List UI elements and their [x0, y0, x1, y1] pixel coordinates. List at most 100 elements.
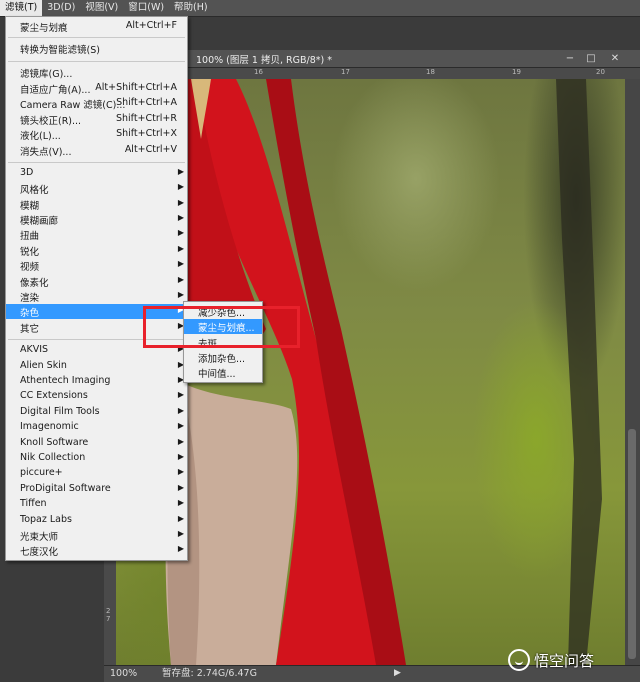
- ruler-tick: 16: [254, 68, 263, 76]
- menu-item-shortcut: Alt+Ctrl+V: [124, 144, 177, 155]
- submenu-arrow-icon: ▶: [177, 544, 184, 553]
- menu-3d[interactable]: 3D(D): [42, 0, 80, 16]
- scratch-disk-info: 暂存盘: 2.74G/6.47G: [162, 668, 257, 679]
- menu-item-blur[interactable]: 模糊 ▶: [6, 197, 187, 212]
- menu-item-video[interactable]: 视频 ▶: [6, 258, 187, 273]
- menu-item-convert-smart-filter[interactable]: 转换为智能滤镜(S): [6, 41, 187, 56]
- menu-item-blur-gallery[interactable]: 模糊画廊 ▶: [6, 212, 187, 227]
- menu-separator: [8, 162, 185, 163]
- menu-item-label: ProDigital Software: [20, 483, 111, 494]
- submenu-item-median[interactable]: 中间值...: [184, 365, 262, 380]
- menu-view[interactable]: 视图(V): [80, 0, 123, 16]
- menu-item-plugin[interactable]: Knoll Software ▶: [6, 436, 187, 451]
- watermark: 悟空问答: [508, 647, 594, 673]
- submenu-arrow-icon: ▶: [177, 421, 184, 430]
- minimize-button[interactable]: −: [564, 53, 576, 64]
- ruler-tick: 7: [106, 615, 111, 623]
- menu-item-label: 光束大师: [20, 532, 59, 543]
- menu-item-liquify[interactable]: 液化(L)... Shift+Ctrl+X: [6, 127, 187, 142]
- submenu-arrow-icon: ▶: [177, 514, 184, 523]
- scrollbar-thumb[interactable]: [628, 429, 636, 659]
- filter-dropdown-menu: 蒙尘与划痕 Alt+Ctrl+F 转换为智能滤镜(S) 滤镜库(G)... 自适…: [5, 16, 188, 561]
- menu-item-label: 其它: [20, 324, 40, 335]
- menu-item-shortcut: Shift+Ctrl+A: [116, 97, 177, 108]
- menu-item-camera-raw[interactable]: Camera Raw 滤镜(C)... Shift+Ctrl+A: [6, 96, 187, 111]
- menu-item-label: Topaz Labs: [20, 514, 72, 525]
- menu-item-label: Camera Raw 滤镜(C)...: [20, 100, 126, 111]
- submenu-arrow-icon: ▶: [177, 467, 184, 476]
- menu-item-filter-gallery[interactable]: 滤镜库(G)...: [6, 65, 187, 80]
- menu-item-label: 滤镜库(G)...: [20, 69, 73, 80]
- menu-item-label: Knoll Software: [20, 437, 89, 448]
- menu-item-label: 自适应广角(A)...: [20, 85, 91, 96]
- wukong-logo-icon: [508, 649, 530, 671]
- submenu-arrow-icon: ▶: [177, 390, 184, 399]
- ruler-tick: 19: [512, 68, 521, 76]
- menu-item-render[interactable]: 渲染 ▶: [6, 289, 187, 304]
- menu-item-shortcut: Alt+Ctrl+F: [125, 20, 177, 31]
- menu-item-last-filter[interactable]: 蒙尘与划痕 Alt+Ctrl+F: [6, 19, 187, 34]
- submenu-arrow-icon: ▶: [177, 406, 184, 415]
- menu-item-label: 转换为智能滤镜(S): [20, 45, 100, 56]
- menu-item-plugin[interactable]: Topaz Labs ▶: [6, 513, 187, 528]
- submenu-arrow-icon: ▶: [177, 167, 184, 176]
- menu-item-plugin[interactable]: piccure+ ▶: [6, 466, 187, 481]
- menu-item-plugin[interactable]: Nik Collection ▶: [6, 451, 187, 466]
- vertical-scrollbar[interactable]: [625, 79, 640, 665]
- menu-item-label: 视频: [20, 262, 40, 273]
- menu-item-label: piccure+: [20, 467, 63, 478]
- menu-item-label: 锐化: [20, 247, 40, 258]
- submenu-item-label: 添加杂色...: [198, 354, 246, 365]
- close-button[interactable]: ✕: [609, 53, 621, 64]
- menu-filter[interactable]: 滤镜(T): [0, 0, 43, 16]
- maximize-button[interactable]: □: [585, 53, 597, 64]
- menu-item-plugin[interactable]: Digital Film Tools ▶: [6, 405, 187, 420]
- ruler-tick: 2: [106, 607, 111, 615]
- submenu-arrow-icon: ▶: [177, 198, 184, 207]
- menu-item-adaptive-wide-angle[interactable]: 自适应广角(A)... Alt+Shift+Ctrl+A: [6, 81, 187, 96]
- menu-item-shortcut: Shift+Ctrl+R: [115, 113, 177, 124]
- menu-item-sharpen[interactable]: 锐化 ▶: [6, 243, 187, 258]
- menu-item-label: 风格化: [20, 185, 49, 196]
- menu-item-plugin[interactable]: 七度汉化 ▶: [6, 543, 187, 558]
- menu-help[interactable]: 帮助(H): [169, 0, 213, 16]
- ruler-tick: 18: [426, 68, 435, 76]
- menu-item-label: Digital Film Tools: [20, 406, 100, 417]
- menu-item-plugin[interactable]: ProDigital Software ▶: [6, 482, 187, 497]
- menu-item-plugin[interactable]: Imagenomic ▶: [6, 420, 187, 435]
- submenu-arrow-icon: ▶: [177, 529, 184, 538]
- menu-item-stylize[interactable]: 风格化 ▶: [6, 181, 187, 196]
- menu-window[interactable]: 窗口(W): [123, 0, 169, 16]
- menu-item-label: Nik Collection: [20, 452, 86, 463]
- menu-item-label: 扭曲: [20, 231, 40, 242]
- document-title: 100% (图层 1 拷贝, RGB/8*) *: [196, 55, 332, 66]
- menu-item-pixelate[interactable]: 像素化 ▶: [6, 274, 187, 289]
- menu-item-distort[interactable]: 扭曲 ▶: [6, 227, 187, 242]
- menu-item-lens-correction[interactable]: 镜头校正(R)... Shift+Ctrl+R: [6, 112, 187, 127]
- menu-item-plugin[interactable]: Athentech Imaging ▶: [6, 374, 187, 389]
- zoom-level[interactable]: 100%: [110, 666, 137, 681]
- submenu-arrow-icon: ▶: [177, 483, 184, 492]
- menu-item-label: 杂色: [20, 308, 40, 319]
- menu-item-plugin[interactable]: 光束大师 ▶: [6, 528, 187, 543]
- submenu-arrow-icon: ▶: [177, 437, 184, 446]
- submenu-arrow-icon: ▶: [177, 213, 184, 222]
- menu-item-plugin[interactable]: Tiffen ▶: [6, 497, 187, 512]
- menu-item-label: 七度汉化: [20, 547, 59, 558]
- menu-item-label: 3D: [20, 167, 34, 178]
- submenu-arrow-icon: ▶: [177, 244, 184, 253]
- menu-item-3d[interactable]: 3D ▶: [6, 166, 187, 181]
- menu-item-shortcut: Alt+Shift+Ctrl+A: [95, 82, 177, 93]
- submenu-item-add-noise[interactable]: 添加杂色...: [184, 350, 262, 365]
- menu-item-label: Tiffen: [20, 498, 47, 509]
- menu-item-plugin[interactable]: CC Extensions ▶: [6, 389, 187, 404]
- menu-item-label: 像素化: [20, 278, 49, 289]
- submenu-arrow-icon: ▶: [177, 275, 184, 284]
- menu-item-vanishing-point[interactable]: 消失点(V)... Alt+Ctrl+V: [6, 143, 187, 158]
- watermark-text: 悟空问答: [534, 651, 595, 670]
- menu-item-plugin[interactable]: Alien Skin ▶: [6, 359, 187, 374]
- menu-item-label: Alien Skin: [20, 360, 67, 371]
- menu-item-shortcut: Shift+Ctrl+X: [116, 128, 177, 139]
- status-menu-arrow-icon[interactable]: ▶: [394, 666, 401, 681]
- menu-separator: [8, 37, 185, 38]
